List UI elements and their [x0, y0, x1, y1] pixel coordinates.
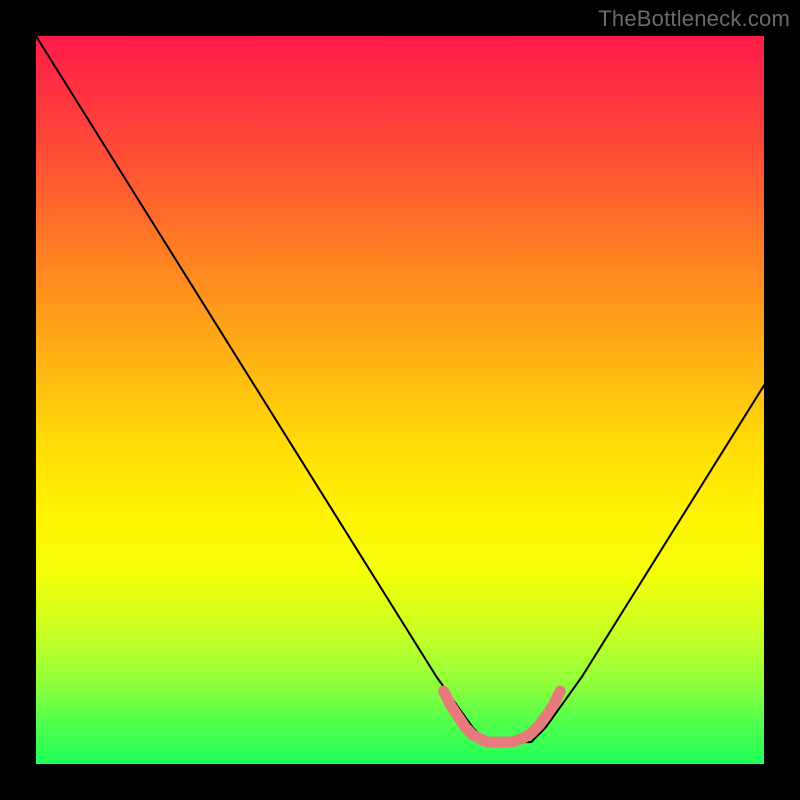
sweet-spot-band — [444, 691, 560, 742]
attribution-text: TheBottleneck.com — [598, 6, 790, 32]
chart-frame: TheBottleneck.com — [0, 0, 800, 800]
bottleneck-curve — [36, 36, 764, 742]
chart-svg — [36, 36, 764, 764]
plot-area — [36, 36, 764, 764]
